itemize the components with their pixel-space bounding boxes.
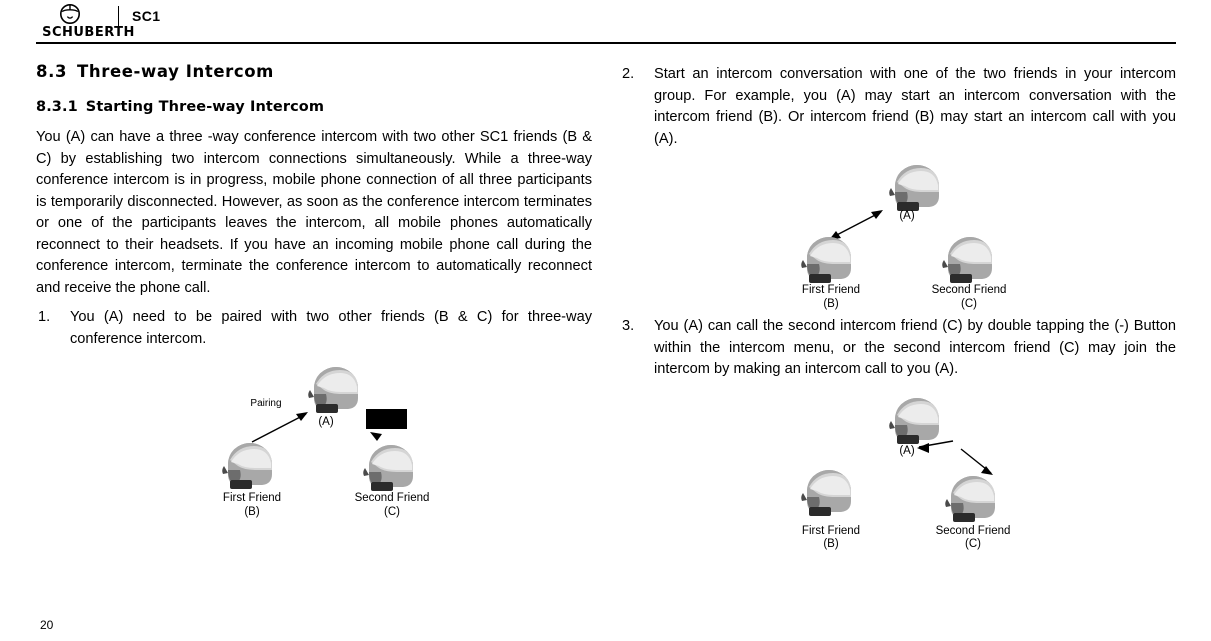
label-a: (A) — [318, 416, 334, 428]
step1-text: You (A) need to be paired with two other… — [70, 309, 592, 347]
list-item: 2. Start an intercom conversation with o… — [620, 64, 1176, 150]
subsection-heading: 8.3.1 Starting Three-way Intercom — [36, 99, 592, 115]
step3-text: You (A) can call the second intercom fri… — [654, 318, 1176, 377]
step-list-right-2: 2. Start an intercom conversation with o… — [620, 64, 1176, 150]
label-b: First Friend (B) — [801, 284, 861, 310]
label-c: Second Friend (C) — [354, 492, 430, 518]
header-model: SC1 — [132, 8, 161, 24]
label-b: First Friend (B) — [222, 492, 282, 518]
section-number: 8.3 — [36, 62, 68, 81]
helmet-icon-b — [801, 469, 851, 516]
figure-intercom-start-diagram: (A) First Friend (B) Second Friend (C) — [765, 162, 1095, 310]
label-a: (A) — [899, 210, 915, 222]
label-b: First Friend (B) — [801, 524, 861, 551]
subsection-title-text: Starting Three-way Intercom — [85, 99, 325, 115]
header-rule — [36, 42, 1176, 44]
list-item: 3. You (A) can call the second intercom … — [620, 316, 1176, 381]
figure-pairing-diagram: Pairing (A) First Friend (B) Second Frie… — [186, 364, 526, 518]
right-column: 2. Start an intercom conversation with o… — [620, 56, 1176, 550]
header-divider — [118, 6, 119, 28]
section-heading: 8.3 Three-way Intercom — [36, 62, 592, 81]
helmet-icon-c — [363, 445, 413, 491]
intro-paragraph: You (A) can have a three -way conference… — [36, 129, 592, 296]
section-title-text: Three-way Intercom — [77, 62, 274, 81]
left-column: 8.3 Three-way Intercom 8.3.1 Starting Thre… — [36, 56, 592, 518]
subsection-number: 8.3.1 — [36, 99, 78, 115]
schuberth-logo-icon — [60, 4, 80, 24]
helmet-icon-c — [945, 475, 995, 522]
page-header: SCHUBERTH SC1 — [0, 0, 1211, 44]
step-list-left: 1. You (A) need to be paired with two ot… — [36, 307, 592, 350]
step1-number: 1. — [38, 309, 51, 325]
brand-logo: SCHUBERTH — [36, 2, 141, 42]
label-c: Second Friend (C) — [935, 524, 1011, 551]
figure-second-intercom-diagram: (A) First Friend (B) Second Friend (C) — [765, 395, 1095, 550]
label-a: (A) — [899, 444, 915, 457]
brand-name: SCHUBERTH — [42, 25, 135, 40]
helmet-icon-b — [801, 237, 851, 283]
step2-number: 2. — [622, 66, 635, 82]
step3-number: 3. — [622, 318, 635, 334]
list-item: 1. You (A) need to be paired with two ot… — [36, 307, 592, 350]
page-number: 20 — [40, 618, 54, 632]
step2-text: Start an intercom conversation with one … — [654, 66, 1176, 147]
label-c: Second Friend (C) — [931, 284, 1007, 310]
helmet-icon-c — [942, 237, 992, 283]
step-list-right-3: 3. You (A) can call the second intercom … — [620, 316, 1176, 381]
helmet-icon-b — [222, 443, 272, 489]
